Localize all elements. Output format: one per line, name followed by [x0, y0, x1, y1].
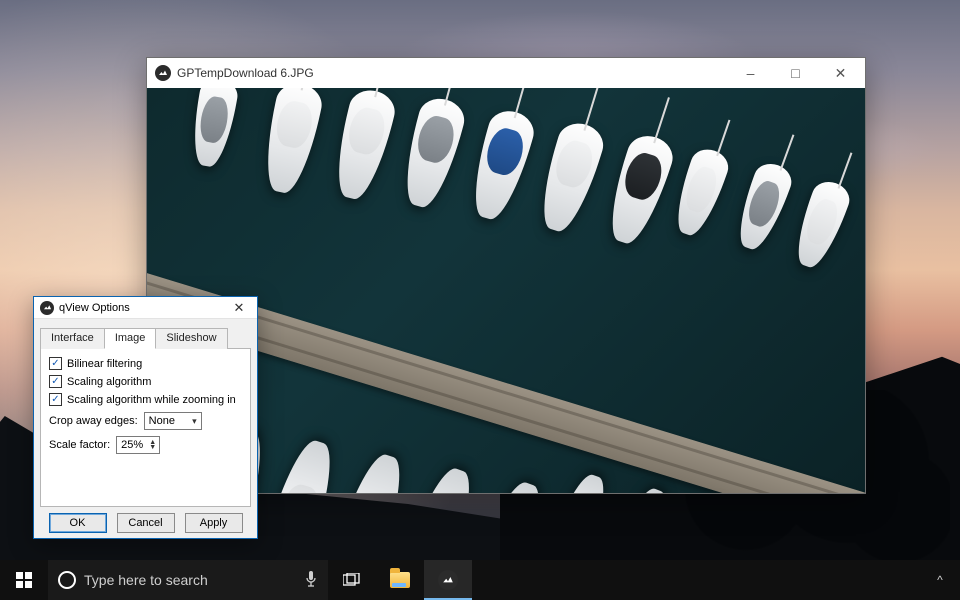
apply-button[interactable]: Apply: [185, 513, 243, 533]
file-explorer-button[interactable]: [376, 560, 424, 600]
spinner-scale-factor[interactable]: 25% ▲▼: [116, 436, 160, 454]
image-boat: [187, 88, 240, 169]
checkbox-scaling-zoom[interactable]: ✓: [49, 393, 62, 406]
spinner-arrows-icon: ▲▼: [149, 440, 156, 450]
label-bilinear: Bilinear filtering: [67, 358, 142, 370]
tray-overflow-button[interactable]: ^: [924, 573, 956, 587]
tab-slideshow[interactable]: Slideshow: [155, 328, 227, 349]
image-boat: [609, 483, 676, 493]
combo-crop-value: None: [149, 415, 175, 427]
image-boat: [402, 463, 481, 493]
taskbar: Type here to search ^: [0, 560, 960, 600]
viewer-title: GPTempDownload 6.JPG: [177, 66, 314, 80]
qview-taskbar-icon: [438, 570, 458, 590]
search-placeholder: Type here to search: [84, 572, 208, 588]
chevron-down-icon: ▾: [192, 416, 197, 427]
dialog-button-row: OK Cancel Apply: [34, 507, 257, 533]
file-explorer-icon: [390, 572, 410, 588]
options-dialog: qView Options ✕ Interface Image Slidesho…: [33, 296, 258, 539]
image-boat: [396, 94, 469, 212]
viewer-titlebar[interactable]: GPTempDownload 6.JPG – □ ✕: [147, 58, 865, 88]
ok-button[interactable]: OK: [49, 513, 107, 533]
image-boat: [548, 470, 614, 493]
window-controls: – □ ✕: [728, 58, 863, 88]
image-boat: [258, 88, 326, 197]
cortana-circle-icon: [58, 571, 76, 589]
checkbox-bilinear[interactable]: ✓: [49, 357, 62, 370]
image-boat: [266, 435, 342, 493]
taskbar-apps: [328, 560, 472, 600]
qview-app-icon: [40, 301, 54, 315]
dialog-title: qView Options: [59, 302, 130, 314]
tab-interface[interactable]: Interface: [40, 328, 105, 349]
checkbox-scaling[interactable]: ✓: [49, 375, 62, 388]
dialog-close-button[interactable]: ✕: [225, 300, 253, 316]
tab-panel-image: ✓ Bilinear filtering ✓ Scaling algorithm…: [40, 349, 251, 507]
image-boat: [328, 88, 399, 204]
image-boat: [471, 476, 552, 493]
image-boat: [464, 106, 539, 224]
start-button[interactable]: [0, 560, 48, 600]
dialog-titlebar[interactable]: qView Options ✕: [34, 297, 257, 319]
taskbar-search[interactable]: Type here to search: [48, 560, 328, 600]
task-view-button[interactable]: [328, 560, 376, 600]
label-scale-factor: Scale factor:: [49, 439, 110, 451]
image-boat: [334, 449, 412, 493]
combo-crop-edges[interactable]: None ▾: [144, 412, 202, 430]
maximize-button[interactable]: □: [773, 58, 818, 88]
label-scaling-zoom: Scaling algorithm while zooming in: [67, 394, 236, 406]
image-boat: [600, 130, 678, 249]
spinner-scale-value: 25%: [121, 439, 143, 451]
close-button[interactable]: ✕: [818, 58, 863, 88]
cancel-button[interactable]: Cancel: [117, 513, 175, 533]
tab-image[interactable]: Image: [104, 328, 157, 349]
qview-app-icon: [155, 65, 171, 81]
system-tray: ^: [924, 573, 960, 587]
image-boat: [532, 118, 608, 237]
image-boat: [668, 145, 733, 241]
label-scaling: Scaling algorithm: [67, 376, 151, 388]
label-crop-edges: Crop away edges:: [49, 415, 138, 427]
dialog-tabs: Interface Image Slideshow: [40, 327, 251, 349]
image-boat: [788, 177, 854, 273]
qview-taskbar-button[interactable]: [424, 560, 472, 600]
image-boat: [730, 159, 796, 255]
microphone-icon[interactable]: [304, 570, 318, 591]
minimize-button[interactable]: –: [728, 58, 773, 88]
